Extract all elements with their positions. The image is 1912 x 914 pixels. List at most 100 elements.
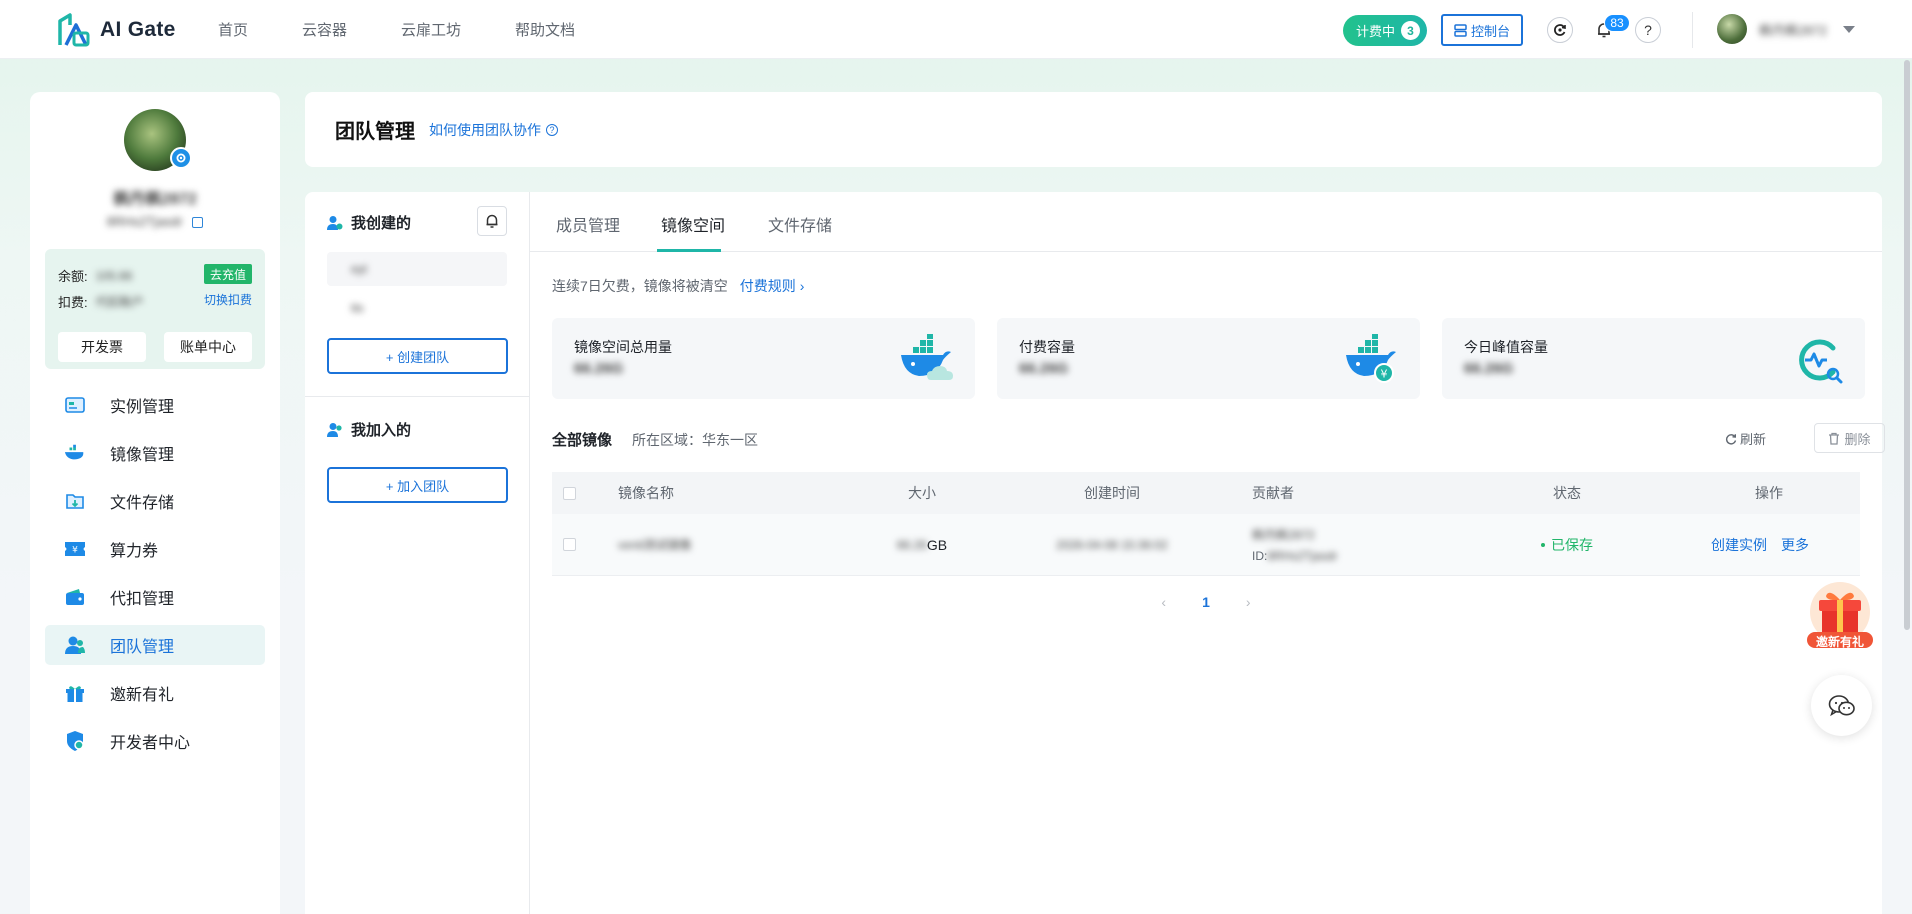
pagination: ‹ 1 › (530, 594, 1882, 610)
console-button[interactable]: 控制台 (1441, 14, 1523, 46)
page-number[interactable]: 1 (1202, 594, 1210, 610)
delete-label: 删除 (1844, 431, 1871, 447)
team-item[interactable]: tts (327, 291, 507, 325)
images-table: 镜像名称 大小 创建时间 贡献者 状态 操作 venti测试镜像 66.26 G… (552, 472, 1860, 576)
sidebar-item-storage[interactable]: 文件存储 (45, 481, 265, 521)
page-scrollbar[interactable] (1904, 60, 1910, 630)
chat-support-button[interactable] (1811, 675, 1872, 736)
sidebar-item-label: 开发者中心 (110, 735, 191, 752)
deduct-row: 扣费: 代扣账户 (58, 292, 144, 311)
invite-gift-float[interactable]: 邀新有礼 (1805, 582, 1875, 654)
svg-text:¥: ¥ (1381, 368, 1388, 381)
team-item[interactable]: eyt (327, 252, 507, 286)
status-dot (1541, 542, 1545, 547)
bill-center-button[interactable]: 账单中心 (164, 332, 252, 362)
docker-icon (64, 442, 86, 464)
joined-teams-label: 我加入的 (351, 422, 412, 439)
tab-bar: 成员管理 镜像空间 文件存储 (530, 192, 1882, 252)
topbar-divider (1692, 12, 1693, 48)
logo-icon (58, 13, 90, 47)
region-label: 所在区域：华东一区 (632, 432, 758, 448)
brand-logo[interactable]: AI Gate (54, 11, 176, 49)
nav-workshop[interactable]: 云扉工坊 (401, 19, 461, 40)
joined-teams-title: 我加入的 (327, 419, 411, 440)
user-menu[interactable]: 枫丹枫2872 (1717, 14, 1855, 44)
image-size-cell: 66.26 GB (882, 514, 962, 575)
arrears-notice: 连续7日欠费，镜像将被清空 付费规则 › (552, 276, 804, 296)
cycle-icon (1554, 24, 1566, 36)
sidebar-item-auto-deduct[interactable]: 代扣管理 (45, 577, 265, 617)
team-help-link-text: 如何使用团队协作 (429, 121, 541, 138)
billing-rules-link[interactable]: 付费规则 › (740, 276, 805, 296)
chevron-right-icon: › (799, 278, 805, 294)
recharge-button[interactable]: 去充值 (203, 264, 252, 284)
created-time-cell: 2026-04-08 15:36:02 (1022, 514, 1202, 575)
sidebar-item-instances[interactable]: 实例管理 (45, 385, 265, 425)
col-header: 状态 (1553, 485, 1581, 501)
main-card: 我创建的 eyt tts + 创建团队 我加入的 + 加入团队 成员管理 镜像空… (305, 192, 1885, 914)
instance-icon (64, 394, 86, 416)
billing-label: 计费中 (1356, 24, 1396, 39)
gear-icon[interactable] (170, 147, 192, 169)
col-header: 大小 (908, 485, 936, 501)
contributor-id-value: 8RHs2Tjasdr (1267, 549, 1338, 563)
nav-help-docs[interactable]: 帮助文档 (515, 19, 575, 40)
join-team-button[interactable]: + 加入团队 (327, 467, 508, 503)
nav-cloud-container[interactable]: 云容器 (302, 19, 347, 40)
billing-rules-text: 付费规则 (739, 278, 796, 294)
team-item-name: tts (351, 301, 364, 315)
stat-card-paid-capacity: 付费容量 66.26G ¥ (997, 318, 1420, 399)
select-all-checkbox[interactable] (563, 486, 576, 500)
more-actions-link[interactable]: 更多 (1781, 535, 1809, 555)
sidebar-item-team[interactable]: 团队管理 (45, 625, 265, 665)
stat-card-total-usage: 镜像空间总用量 66.26G (552, 318, 975, 399)
contributor-name: 枫丹枫2872 (1252, 528, 1315, 542)
tab-members[interactable]: 成员管理 (556, 212, 620, 252)
sidebar-item-invite[interactable]: 邀新有礼 (45, 673, 265, 713)
tab-image-space[interactable]: 镜像空间 (661, 212, 725, 252)
nav-home[interactable]: 首页 (218, 19, 248, 40)
table-header: 镜像名称 大小 创建时间 贡献者 状态 操作 (552, 472, 1860, 514)
wallet-icon (64, 586, 86, 608)
profile-name-text: 枫丹枫2872 (113, 191, 197, 208)
image-name-cell: venti测试镜像 (618, 514, 691, 575)
switch-deduct-link[interactable]: 切换扣费 (204, 291, 252, 308)
tab-file-storage[interactable]: 文件存储 (768, 212, 832, 252)
refresh-token-icon[interactable] (1547, 17, 1573, 43)
billing-status-pill[interactable]: 计费中 3 (1343, 15, 1427, 46)
stat-card-peak-capacity: 今日峰值容量 66.26G (1442, 318, 1865, 399)
create-instance-link[interactable]: 创建实例 (1711, 535, 1767, 555)
profile-id: 8RHs2Tjasdr (30, 214, 280, 229)
row-checkbox[interactable] (563, 538, 576, 551)
refresh-icon (1725, 433, 1737, 444)
brand-name: AI Gate (100, 18, 176, 41)
team-help-link[interactable]: 如何使用团队协作 ? (429, 120, 558, 140)
team-notice-button[interactable] (477, 206, 507, 236)
created-teams-title: 我创建的 (327, 212, 411, 233)
arrears-notice-text: 连续7日欠费，镜像将被清空 (552, 278, 728, 294)
col-header: 贡献者 (1252, 485, 1294, 501)
stat-value: 66.26G (1464, 360, 1514, 377)
contributor-id-label: ID: (1252, 549, 1268, 563)
col-header: 操作 (1755, 485, 1783, 501)
sidebar-item-developer[interactable]: 开发者中心 (45, 721, 265, 761)
console-label: 控制台 (1470, 23, 1510, 39)
stat-label: 今日峰值容量 (1464, 339, 1548, 355)
create-team-button[interactable]: + 创建团队 (327, 338, 508, 374)
copy-icon[interactable] (192, 217, 204, 229)
question-icon: ? (546, 123, 558, 136)
invoice-button[interactable]: 开发票 (58, 332, 146, 362)
server-icon (1454, 23, 1467, 37)
delete-button[interactable]: 删除 (1814, 423, 1885, 453)
active-tab-indicator (657, 249, 721, 252)
sidebar-item-label: 实例管理 (110, 399, 175, 416)
row-checkbox-cell (563, 514, 576, 575)
help-icon[interactable]: ? (1635, 17, 1661, 43)
prev-page-button[interactable]: ‹ (1161, 594, 1166, 610)
refresh-button[interactable]: 刷新 (1725, 429, 1766, 448)
next-page-button[interactable]: › (1246, 594, 1251, 610)
sidebar-item-images[interactable]: 镜像管理 (45, 433, 265, 473)
image-name: venti测试镜像 (618, 538, 692, 552)
sidebar-item-coupons[interactable]: ¥ 算力券 (45, 529, 265, 569)
refresh-label: 刷新 (1740, 432, 1767, 447)
